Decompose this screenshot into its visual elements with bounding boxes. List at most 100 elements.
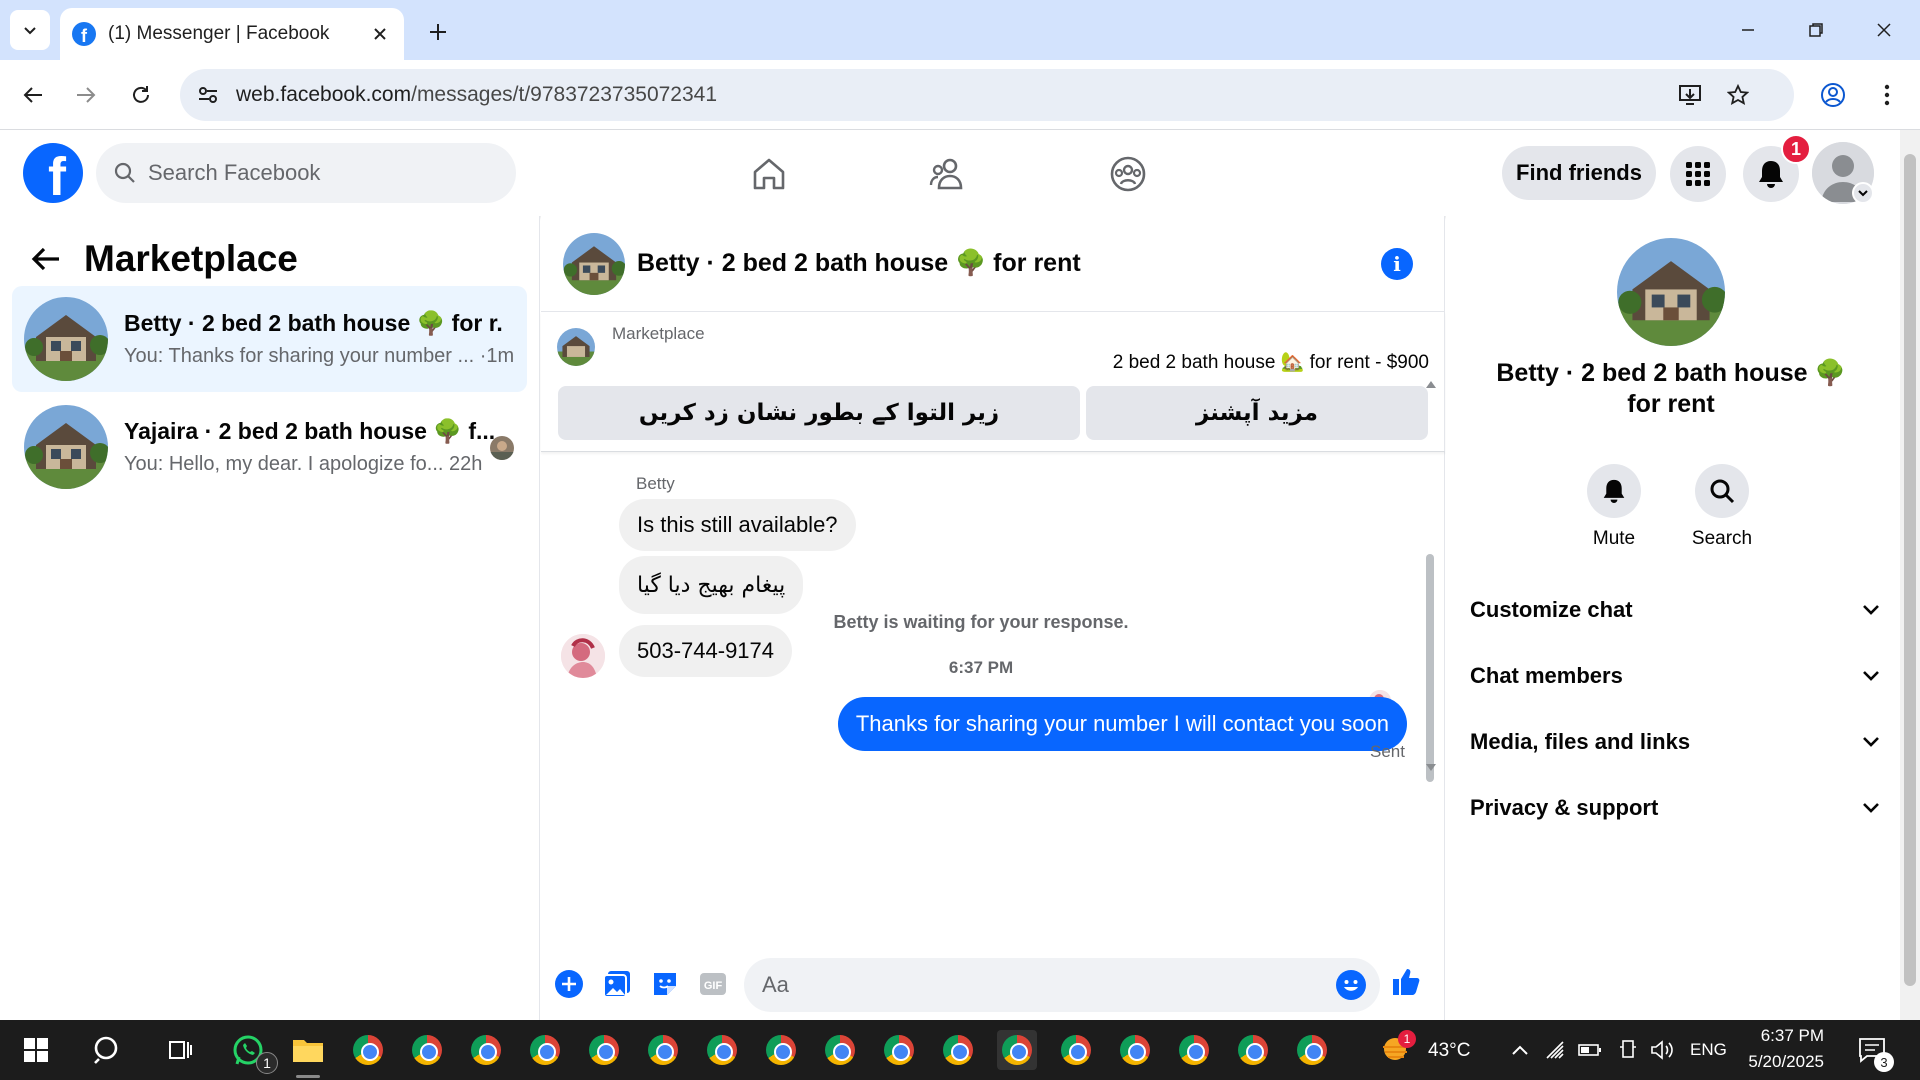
chrome-window-icon[interactable] xyxy=(584,1030,624,1070)
message-input[interactable]: Aa xyxy=(744,958,1380,1012)
thumbs-up-icon[interactable] xyxy=(1390,966,1422,998)
chrome-window-icon[interactable] xyxy=(820,1030,860,1070)
plus-circle-icon[interactable] xyxy=(553,968,585,1000)
chrome-window-icon[interactable] xyxy=(1056,1030,1096,1070)
waiting-notice: Betty is waiting for your response. xyxy=(833,612,1129,632)
search-conversation-button[interactable]: Search xyxy=(1676,464,1768,550)
scroll-down-arrow-icon[interactable] xyxy=(1425,762,1437,774)
clock-date[interactable]: 5/20/2025 xyxy=(1740,1052,1824,1072)
chevron-down-icon xyxy=(1863,803,1879,813)
page-scrollbar[interactable] xyxy=(1900,130,1920,1020)
message-scrollbar[interactable] xyxy=(1426,554,1434,782)
section-label: Customize chat xyxy=(1470,597,1633,622)
friends-icon[interactable] xyxy=(924,150,972,198)
plus-icon xyxy=(430,24,446,40)
listing-profile-image[interactable] xyxy=(1617,238,1725,346)
profile-account-icon[interactable] xyxy=(1812,74,1854,116)
site-info-icon[interactable] xyxy=(188,75,228,115)
temperature[interactable]: 43°C xyxy=(1428,1040,1470,1062)
facebook-search-input[interactable]: Search Facebook xyxy=(96,143,516,203)
close-tab-icon[interactable] xyxy=(368,22,392,46)
emoji-icon[interactable] xyxy=(1336,970,1366,1000)
file-explorer-icon[interactable] xyxy=(288,1030,328,1070)
windows-start-icon[interactable] xyxy=(16,1030,56,1070)
browser-tab[interactable]: f (1) Messenger | Facebook xyxy=(60,8,404,60)
chrome-window-icon[interactable] xyxy=(761,1030,801,1070)
chrome-window-icon[interactable] xyxy=(407,1030,447,1070)
incoming-message[interactable]: پیغام بھیج دیا گیا xyxy=(619,556,804,614)
search-placeholder: Search Facebook xyxy=(148,160,321,185)
new-tab-button[interactable] xyxy=(420,14,456,50)
marketplace-title: Marketplace xyxy=(84,238,298,279)
chrome-window-icon[interactable] xyxy=(702,1030,742,1070)
details-title-line2: for rent xyxy=(1627,390,1715,418)
facebook-logo-icon[interactable]: f xyxy=(23,143,83,203)
account-caret-icon[interactable] xyxy=(1852,182,1874,204)
menu-grid-button[interactable] xyxy=(1670,146,1726,202)
chrome-window-icon[interactable] xyxy=(1115,1030,1155,1070)
privacy-support-row[interactable]: Privacy & support xyxy=(1470,778,1880,838)
read-receipt-avatar xyxy=(490,436,514,460)
outgoing-message[interactable]: Thanks for sharing your number I will co… xyxy=(837,697,1407,751)
chevron-down-icon xyxy=(1863,737,1879,747)
chat-preview: You: Hello, my dear. I apologize fo... 2… xyxy=(124,453,483,475)
chrome-window-icon[interactable] xyxy=(879,1030,919,1070)
gif-icon[interactable]: GIF xyxy=(697,968,729,1000)
chrome-window-icon[interactable] xyxy=(938,1030,978,1070)
install-app-icon[interactable] xyxy=(1668,69,1712,121)
incoming-message[interactable]: Is this still available? xyxy=(619,499,856,551)
chrome-window-icon[interactable] xyxy=(1292,1030,1332,1070)
customize-chat-row[interactable]: Customize chat xyxy=(1470,580,1880,640)
find-friends-button[interactable]: Find friends xyxy=(1502,146,1656,200)
chevron-down-icon xyxy=(24,27,36,35)
back-arrow-icon[interactable] xyxy=(26,239,66,279)
house-thumbnail xyxy=(24,297,108,381)
battery-icon[interactable] xyxy=(1570,1030,1610,1070)
chrome-window-icon[interactable] xyxy=(1233,1030,1273,1070)
section-label: Chat members xyxy=(1470,663,1623,688)
restore-button[interactable] xyxy=(1794,10,1838,50)
chrome-window-icon[interactable] xyxy=(643,1030,683,1070)
sticker-icon[interactable] xyxy=(649,968,681,1000)
chrome-window-icon[interactable] xyxy=(1174,1030,1214,1070)
chrome-window-icon-active[interactable] xyxy=(997,1030,1037,1070)
task-view-icon[interactable] xyxy=(160,1030,200,1070)
notification-count-badge: 1 xyxy=(1781,134,1811,164)
url-path: /messages/t/9783723735072341 xyxy=(411,83,718,106)
page-scrollbar-thumb[interactable] xyxy=(1904,154,1916,986)
bookmark-star-icon[interactable] xyxy=(1716,69,1760,121)
chrome-window-icon[interactable] xyxy=(466,1030,506,1070)
media-files-links-row[interactable]: Media, files and links xyxy=(1470,712,1880,772)
browser-menu-icon[interactable] xyxy=(1866,74,1908,116)
back-button[interactable] xyxy=(12,74,54,116)
omnibox[interactable]: web.facebook.com/messages/t/978372373507… xyxy=(180,69,1794,121)
volume-icon[interactable] xyxy=(1642,1030,1682,1070)
address-bar-row: web.facebook.com/messages/t/978372373507… xyxy=(0,60,1920,130)
taskbar-search-icon[interactable] xyxy=(88,1030,128,1070)
photo-icon[interactable] xyxy=(601,968,633,1000)
whatsapp-badge: 1 xyxy=(256,1052,278,1074)
mute-button[interactable]: Mute xyxy=(1568,464,1660,550)
arrow-right-icon xyxy=(77,87,96,103)
chevron-up-icon[interactable] xyxy=(1500,1030,1540,1070)
minimize-button[interactable] xyxy=(1726,10,1770,50)
chat-name: Betty · 2 bed 2 bath house 🌳 for r... xyxy=(124,310,504,336)
scroll-up-arrow-icon[interactable] xyxy=(1425,378,1437,390)
reload-button[interactable] xyxy=(120,74,162,116)
language-indicator[interactable]: ENG xyxy=(1690,1040,1727,1060)
groups-icon[interactable] xyxy=(1104,150,1152,198)
clock-time[interactable]: 6:37 PM xyxy=(1740,1026,1824,1046)
home-icon[interactable] xyxy=(745,150,793,198)
chat-members-row[interactable]: Chat members xyxy=(1470,646,1880,706)
tab-search-button[interactable] xyxy=(10,10,50,50)
chat-item-betty[interactable]: Betty · 2 bed 2 bath house 🌳 for r... Yo… xyxy=(12,286,527,392)
search-label: Search xyxy=(1691,528,1753,549)
chrome-window-icon[interactable] xyxy=(525,1030,565,1070)
conversation-pane: Betty · 2 bed 2 bath house 🌳 for rent i … xyxy=(541,216,1445,1020)
chevron-down-icon xyxy=(1863,671,1879,681)
close-window-button[interactable] xyxy=(1862,10,1906,50)
chrome-window-icon[interactable] xyxy=(348,1030,388,1070)
house-thumbnail xyxy=(24,405,108,489)
chat-item-yajaira[interactable]: Yajaira · 2 bed 2 bath house 🌳 f... You:… xyxy=(12,394,527,500)
forward-button[interactable] xyxy=(65,74,107,116)
